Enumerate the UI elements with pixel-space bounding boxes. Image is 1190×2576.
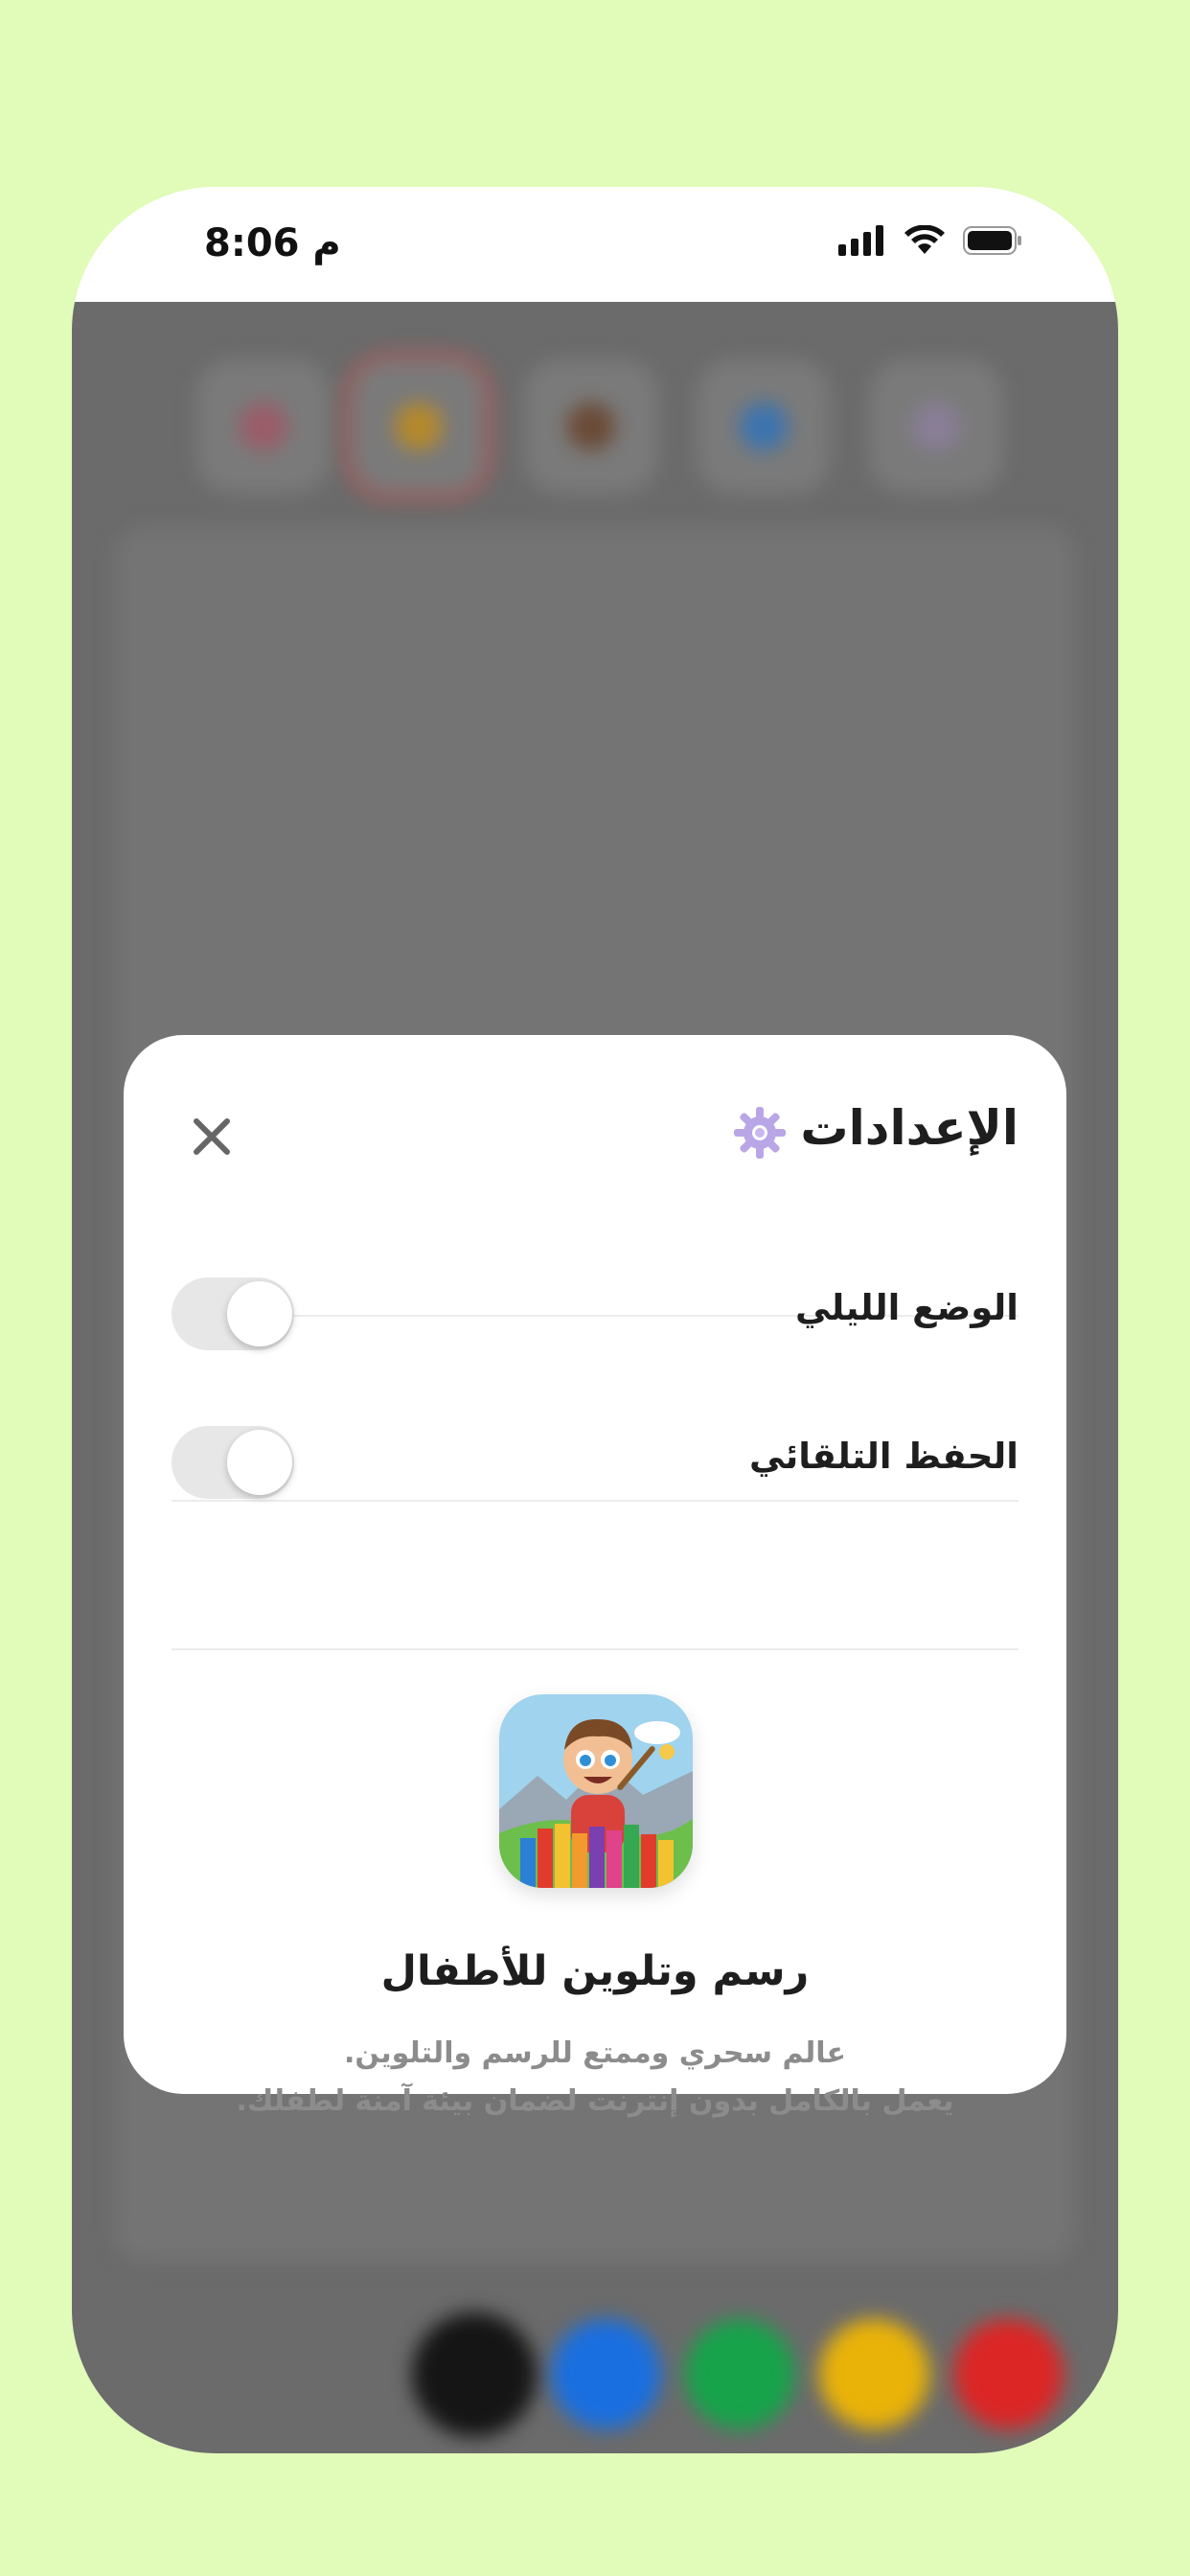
divider bbox=[172, 1500, 1018, 1502]
status-bar: 8:06 م bbox=[72, 187, 1118, 302]
divider bbox=[172, 1648, 1018, 1650]
app-logo-illustration bbox=[499, 1694, 693, 1888]
phone-frame: 8:06 م الإعدادات الوضع الليلي الحفظ التل… bbox=[72, 187, 1118, 2453]
app-description-line2: يعمل بالكامل بدون إنترنت لضمان بيئة آمنة… bbox=[236, 2084, 954, 2118]
wifi-icon bbox=[904, 225, 945, 254]
modal-header: الإعدادات bbox=[172, 1092, 1018, 1179]
modal-title: الإعدادات bbox=[800, 1100, 1018, 1156]
toggle-knob bbox=[227, 1281, 292, 1346]
spray-tool bbox=[697, 359, 831, 494]
palette-color bbox=[953, 2319, 1064, 2429]
auto-save-toggle[interactable] bbox=[172, 1426, 294, 1499]
auto-save-label: الحفظ التلقائي bbox=[748, 1436, 1018, 1477]
palette-color bbox=[819, 2319, 929, 2429]
brush-tool bbox=[196, 359, 331, 494]
crayon-tool bbox=[352, 359, 486, 494]
night-mode-label: الوضع الليلي bbox=[794, 1287, 1018, 1328]
status-icons bbox=[838, 225, 1022, 256]
bucket-tool bbox=[524, 359, 658, 494]
palette-color bbox=[685, 2319, 795, 2429]
gear-icon bbox=[734, 1107, 786, 1159]
signal-icon bbox=[838, 225, 883, 256]
close-icon[interactable] bbox=[187, 1112, 237, 1162]
palette-color bbox=[551, 2319, 661, 2429]
battery-icon bbox=[963, 226, 1021, 255]
dimmed-app-background: الإعدادات الوضع الليلي الحفظ التلقائي رس… bbox=[72, 302, 1118, 2453]
eraser-tool bbox=[869, 359, 1003, 494]
status-time: 8:06 م bbox=[204, 221, 341, 265]
app-name: رسم وتلوين للأطفال bbox=[380, 1947, 810, 1995]
app-description-line1: عالم سحري وممتع للرسم والتلوين. bbox=[343, 2036, 847, 2070]
palette-color bbox=[412, 2312, 537, 2437]
toggle-knob bbox=[227, 1430, 292, 1495]
app-logo bbox=[499, 1694, 693, 1888]
night-mode-toggle[interactable] bbox=[172, 1277, 294, 1350]
settings-modal: الإعدادات الوضع الليلي الحفظ التلقائي رس… bbox=[124, 1035, 1066, 2118]
